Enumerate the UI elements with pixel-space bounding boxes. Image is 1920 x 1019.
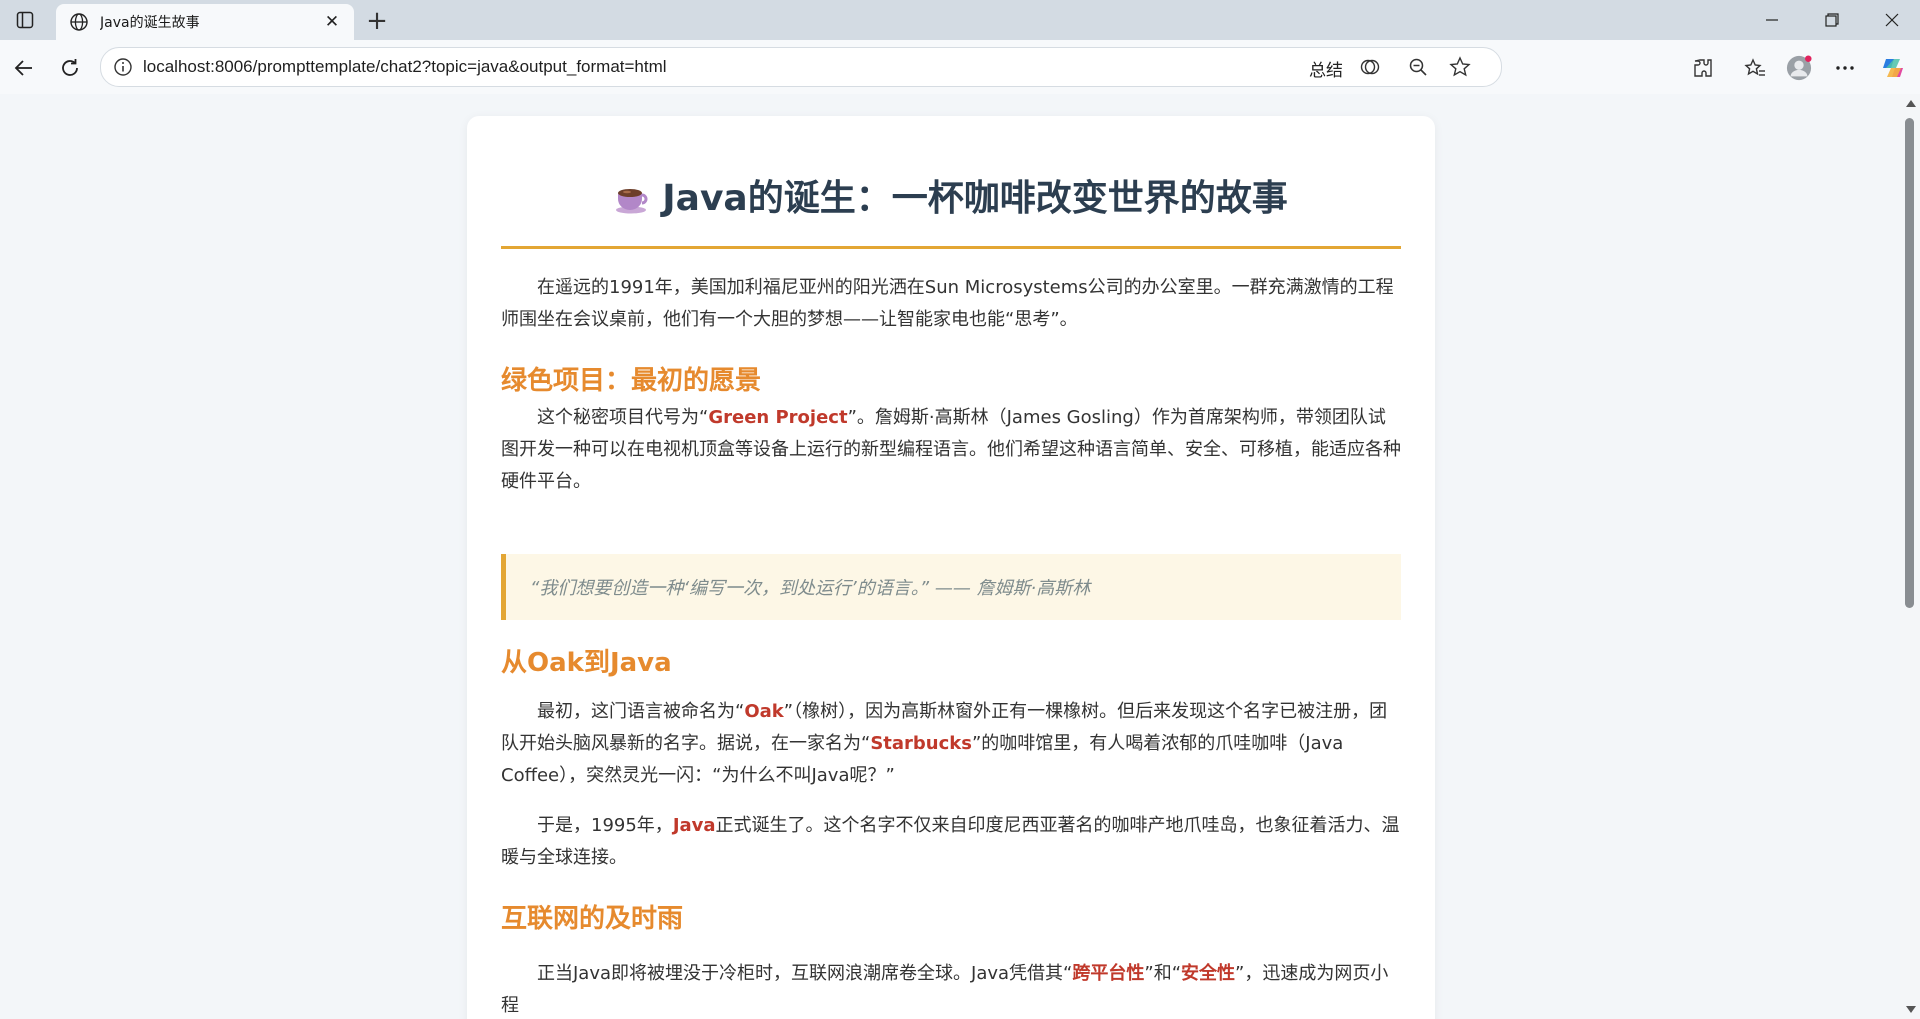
page-viewport[interactable]: Java的诞生：一杯咖啡改变世界的故事 在遥远的1991年，美国加利福尼亚州的阳… xyxy=(0,94,1900,1019)
summarize-button[interactable]: 总结 xyxy=(1309,56,1343,81)
title-underline xyxy=(501,246,1401,249)
blockquote: “我们想要创造一种‘编写一次，到处运行’的语言。” —— 詹姆斯·高斯林 xyxy=(501,554,1401,620)
browser-toolbar: localhost:8006/prompttemplate/chat2?topi… xyxy=(0,40,1920,94)
more-options-icon[interactable] xyxy=(1832,55,1858,81)
highlight-security: 安全性 xyxy=(1181,963,1236,984)
scroll-thumb[interactable] xyxy=(1905,118,1914,608)
tab-actions-icon[interactable] xyxy=(10,6,40,34)
text-span: 最初，这门语言被命名为“ xyxy=(537,701,745,722)
scroll-down-arrow-icon[interactable] xyxy=(1906,1006,1916,1013)
text-span: 这个秘密项目代号为“ xyxy=(537,407,709,428)
browser-tab-active[interactable]: Java的诞生故事 ✕ xyxy=(56,4,354,40)
url-text[interactable]: localhost:8006/prompttemplate/chat2?topi… xyxy=(143,57,667,77)
tab-title: Java的诞生故事 xyxy=(100,15,200,31)
restore-icon[interactable] xyxy=(1804,0,1860,40)
text-span: ”和“ xyxy=(1144,963,1182,984)
highlight-green-project: Green Project xyxy=(708,407,848,428)
page-title: Java的诞生：一杯咖啡改变世界的故事 xyxy=(501,176,1401,222)
section-heading-oak-to-java: 从Oak到Java xyxy=(501,648,672,678)
intro-paragraph: 在遥远的1991年，美国加利福尼亚州的阳光洒在Sun Microsystems公… xyxy=(501,277,1394,330)
section-heading-green-project: 绿色项目：最初的愿景 xyxy=(501,366,762,396)
zoom-out-icon[interactable] xyxy=(1407,56,1429,78)
coffee-cup-icon xyxy=(614,181,648,215)
read-aloud-icon[interactable] xyxy=(1359,56,1381,78)
minimize-icon[interactable] xyxy=(1744,0,1800,40)
internet-paragraph: 正当Java即将被埋没于冷柜时，互联网浪潮席卷全球。Java凭借其“跨平台性”和… xyxy=(501,958,1401,1019)
favorites-icon[interactable] xyxy=(1742,55,1768,81)
profile-avatar[interactable] xyxy=(1786,55,1812,81)
highlight-java: Java xyxy=(672,815,716,836)
text-span: 于是，1995年， xyxy=(537,815,673,836)
refresh-icon[interactable] xyxy=(54,52,86,84)
article-card: Java的诞生：一杯咖啡改变世界的故事 在遥远的1991年，美国加利福尼亚州的阳… xyxy=(467,116,1435,1019)
quote-text: “我们想要创造一种‘编写一次，到处运行’的语言。” —— 詹姆斯·高斯林 xyxy=(530,578,1091,599)
close-tab-icon[interactable]: ✕ xyxy=(320,10,344,34)
new-tab-icon[interactable]: + xyxy=(362,6,392,36)
close-window-icon[interactable] xyxy=(1864,0,1920,40)
java-birth-paragraph: 于是，1995年，Java正式诞生了。这个名字不仅来自印度尼西亚著名的咖啡产地爪… xyxy=(501,810,1401,874)
page-title-text: Java的诞生：一杯咖啡改变世界的故事 xyxy=(662,178,1288,219)
vertical-scrollbar[interactable] xyxy=(1900,94,1920,1019)
oak-paragraph: 最初，这门语言被命名为“Oak”（橡树），因为高斯林窗外正有一棵橡树。但后来发现… xyxy=(501,696,1401,792)
copilot-icon[interactable] xyxy=(1880,55,1906,81)
tab-strip: Java的诞生故事 ✕ + xyxy=(0,0,1920,40)
section-heading-internet: 互联网的及时雨 xyxy=(501,904,684,934)
green-project-paragraph: 这个秘密项目代号为“Green Project”。詹姆斯·高斯林（James G… xyxy=(501,402,1401,498)
site-info-icon[interactable] xyxy=(113,57,133,77)
scroll-up-arrow-icon[interactable] xyxy=(1906,100,1916,107)
text-span: 正当Java即将被埋没于冷柜时，互联网浪潮席卷全球。Java凭借其“ xyxy=(537,963,1073,984)
highlight-oak: Oak xyxy=(744,701,784,722)
highlight-cross-platform: 跨平台性 xyxy=(1072,963,1145,984)
highlight-starbucks: Starbucks xyxy=(870,733,972,754)
address-bar[interactable]: localhost:8006/prompttemplate/chat2?topi… xyxy=(100,47,1502,87)
globe-icon xyxy=(68,11,90,33)
favorite-star-icon[interactable] xyxy=(1449,56,1471,78)
back-icon[interactable] xyxy=(8,52,40,84)
extensions-icon[interactable] xyxy=(1690,55,1716,81)
